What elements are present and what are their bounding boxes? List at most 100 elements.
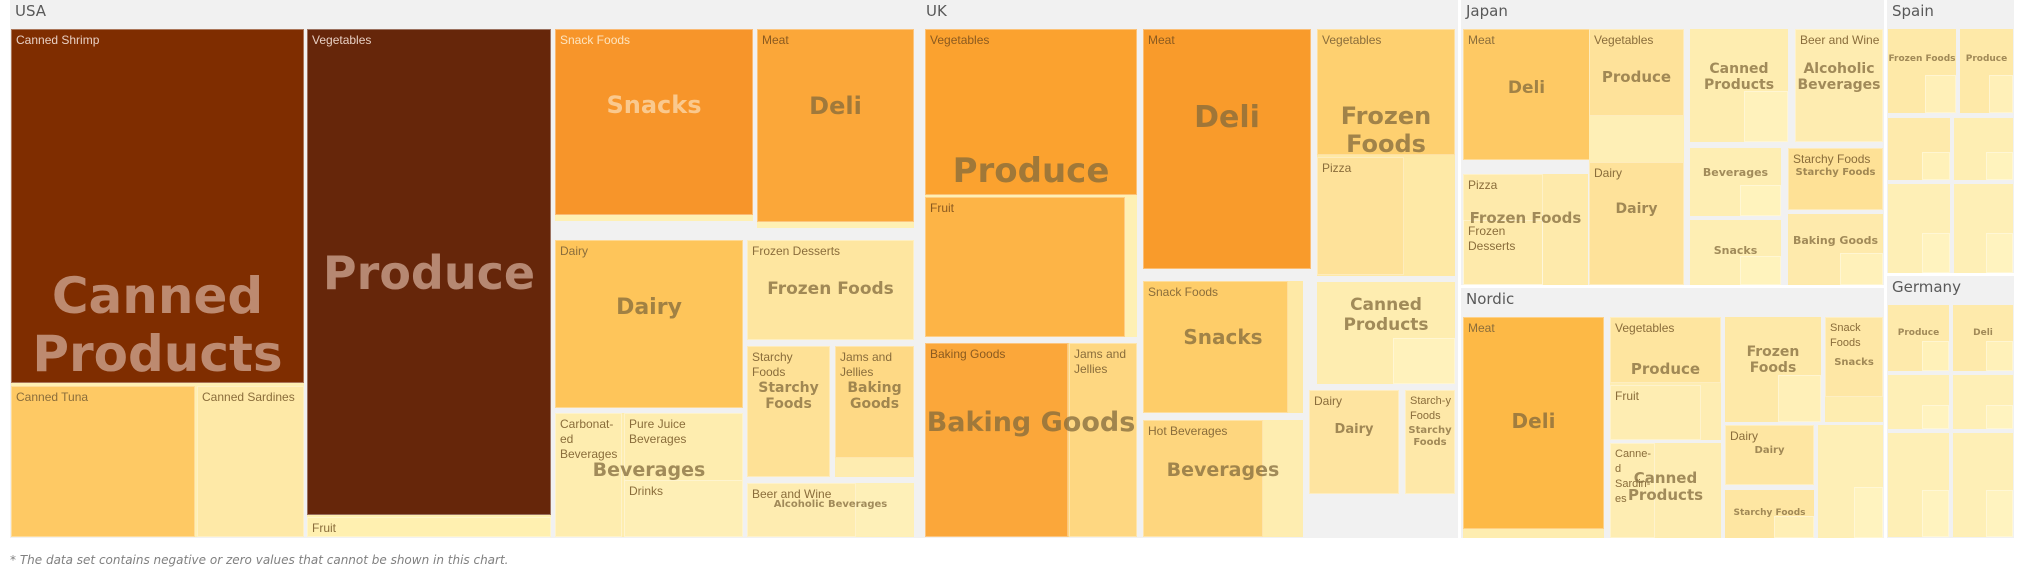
treemap-tile[interactable]: Snack Foods Snacks bbox=[1143, 281, 1303, 413]
leaf-label: Vegetables bbox=[1615, 321, 1675, 335]
treemap-tile[interactable] bbox=[1888, 433, 1949, 537]
leaf-label: Hot Beverages bbox=[1148, 424, 1228, 438]
treemap-leaf[interactable]: Dairy bbox=[1589, 162, 1684, 285]
treemap-tile[interactable]: Canned Products bbox=[1317, 282, 1455, 384]
treemap-tile[interactable]: Meat Deli bbox=[1463, 317, 1604, 538]
treemap-leaf[interactable]: Frozen Desserts bbox=[1463, 220, 1543, 285]
treemap-tile[interactable]: Dairy Dairy bbox=[1725, 425, 1814, 485]
treemap-leaf[interactable]: Vegetables bbox=[925, 29, 1137, 195]
treemap-leaf[interactable]: Fruit bbox=[307, 517, 551, 537]
treemap-tile[interactable] bbox=[1954, 118, 2013, 180]
treemap-leaf[interactable]: Meat bbox=[1143, 29, 1311, 269]
treemap-tile[interactable]: Dairy Dairy bbox=[555, 240, 743, 408]
treemap-tile[interactable]: Snack Foods Snacks bbox=[555, 29, 753, 221]
treemap-tile[interactable]: Canne-d Sardin-es Canned Products bbox=[1610, 443, 1721, 538]
treemap-tile[interactable]: Produce bbox=[1888, 305, 1949, 371]
treemap-tile[interactable]: Baking Goods Jams and Jellies Baking Goods bbox=[925, 343, 1137, 537]
treemap-leaf[interactable]: Jams and Jellies bbox=[835, 346, 914, 458]
leaf-label: Snack Foods bbox=[560, 33, 631, 47]
treemap-leaf[interactable]: Beer and Wine bbox=[1795, 29, 1883, 142]
treemap-tile[interactable]: Canned Products bbox=[1690, 29, 1788, 142]
treemap-leaf[interactable]: Vegetables bbox=[1589, 29, 1684, 116]
treemap-tile[interactable] bbox=[1953, 433, 2013, 537]
category-label: Produce bbox=[1965, 54, 2008, 64]
treemap-tile[interactable] bbox=[1954, 184, 2013, 273]
treemap-tile[interactable]: Beer and Wine Alcoholic Beverages bbox=[747, 483, 914, 537]
treemap-tile[interactable]: Frozen Desserts Frozen Foods bbox=[747, 240, 914, 340]
treemap-leaf[interactable]: Starch-y Foods bbox=[1405, 390, 1455, 494]
treemap-leaf[interactable]: Vegetables bbox=[307, 29, 551, 515]
treemap-tile[interactable] bbox=[1888, 118, 1950, 180]
treemap-leaf[interactable]: Vegetables bbox=[1610, 317, 1721, 383]
category-label: Produce bbox=[1897, 328, 1940, 338]
treemap-leaf[interactable]: Drinks bbox=[624, 480, 743, 537]
treemap-tile[interactable]: Frozen Foods bbox=[1725, 317, 1821, 422]
category-label: Frozen Foods bbox=[1746, 344, 1800, 377]
leaf-label: Starch-y Foods bbox=[1410, 395, 1451, 422]
treemap-leaf[interactable]: Meat bbox=[1463, 317, 1604, 529]
treemap-tile[interactable]: Frozen Foods bbox=[1888, 29, 1956, 113]
treemap-tile[interactable]: Vegetables Produce bbox=[1589, 29, 1684, 162]
treemap-tile[interactable]: Dairy Dairy bbox=[1589, 162, 1684, 285]
treemap-leaf[interactable]: Beer and Wine bbox=[747, 483, 856, 537]
leaf-label: Baking Goods bbox=[930, 347, 1006, 361]
treemap-tile[interactable]: Vegetables Fruit Produce bbox=[925, 29, 1137, 337]
treemap-tile[interactable]: Beer and Wine Alcoholic Beverages bbox=[1795, 29, 1883, 142]
treemap-tile[interactable]: Produce bbox=[1960, 29, 2013, 113]
treemap-tile[interactable]: Meat Deli bbox=[1143, 29, 1311, 269]
leaf-label: Jams and Jellies bbox=[1074, 347, 1127, 376]
treemap-tile[interactable]: Snack Foods Snacks bbox=[1825, 317, 1883, 422]
treemap-tile[interactable] bbox=[1888, 184, 1950, 273]
treemap-tile[interactable]: Pizza Frozen Desserts Frozen Foods bbox=[1463, 174, 1588, 285]
treemap-tile[interactable]: Vegetables Fruit Produce bbox=[1610, 317, 1721, 440]
treemap-tile[interactable]: Starchy Foods bbox=[1725, 490, 1814, 538]
leaf-label: Vegetables bbox=[1594, 33, 1654, 47]
treemap-tile[interactable]: Jams and Jellies Baking Goods bbox=[835, 346, 914, 477]
treemap-tile[interactable]: Starchy Foods Starchy Foods bbox=[1788, 148, 1883, 210]
treemap-tile[interactable]: Hot Beverages Beverages bbox=[1143, 420, 1303, 537]
treemap-leaf[interactable]: Hot Beverages bbox=[1143, 420, 1263, 537]
treemap-leaf[interactable]: Dairy bbox=[1725, 425, 1814, 485]
treemap-leaf[interactable]: Fruit bbox=[925, 197, 1125, 337]
treemap-tile[interactable]: Starch-y Foods Starchy Foods bbox=[1405, 390, 1455, 494]
treemap-subcell bbox=[1922, 405, 1949, 429]
treemap-leaf[interactable]: Baking Goods bbox=[925, 343, 1068, 537]
treemap-tile[interactable]: Baking Goods bbox=[1788, 214, 1883, 285]
treemap-leaf[interactable]: Canned Tuna bbox=[11, 386, 195, 537]
treemap-tile[interactable]: Deli bbox=[1953, 305, 2013, 371]
treemap-subcell bbox=[1986, 152, 2013, 180]
treemap-tile[interactable]: Meat Deli bbox=[757, 29, 914, 228]
treemap-leaf[interactable]: Starchy Foods bbox=[747, 346, 830, 477]
treemap-leaf[interactable]: Jams and Jellies bbox=[1069, 343, 1137, 537]
treemap-leaf[interactable]: Meat bbox=[757, 29, 914, 222]
treemap-leaf[interactable]: Snack Foods bbox=[555, 29, 753, 215]
treemap-tile[interactable]: Starchy Foods Starchy Foods bbox=[747, 346, 830, 477]
treemap-leaf[interactable]: Canned Sardines bbox=[197, 386, 304, 537]
treemap-tile[interactable]: Beverages bbox=[1690, 148, 1781, 216]
treemap-subcell bbox=[1840, 253, 1883, 285]
treemap-tile[interactable]: Meat Deli bbox=[1463, 29, 1590, 160]
treemap-leaf[interactable]: Dairy bbox=[1309, 390, 1399, 494]
treemap-tile[interactable]: Vegetables Fruit Produce bbox=[307, 29, 551, 537]
treemap-leaf[interactable]: Snack Foods bbox=[1825, 317, 1883, 397]
treemap-leaf[interactable]: Dairy bbox=[555, 240, 743, 408]
treemap-tile[interactable]: Canned Shrimp Canned Tuna Canned Sardines C… bbox=[11, 29, 304, 537]
treemap-leaf[interactable]: Vegetables bbox=[1317, 29, 1455, 155]
treemap-tile[interactable] bbox=[1888, 375, 1949, 429]
treemap-leaf[interactable]: Canne-d Sardin-es bbox=[1610, 443, 1655, 538]
treemap-leaf[interactable]: Starchy Foods bbox=[1788, 148, 1883, 210]
treemap-tile[interactable] bbox=[1953, 375, 2013, 429]
treemap-leaf[interactable]: Snack Foods bbox=[1143, 281, 1288, 413]
treemap-tile[interactable]: Dairy Dairy bbox=[1309, 390, 1399, 494]
treemap-leaf[interactable]: Frozen Desserts bbox=[747, 240, 914, 340]
treemap-leaf[interactable]: Meat bbox=[1463, 29, 1590, 160]
treemap-leaf[interactable]: Carbonat-ed Beverages bbox=[555, 413, 622, 537]
treemap-leaf[interactable]: Pizza bbox=[1317, 157, 1404, 275]
treemap-leaf[interactable]: Canned Shrimp bbox=[11, 29, 304, 383]
treemap-tile[interactable]: Snacks bbox=[1690, 220, 1781, 285]
treemap-tile[interactable]: Vegetables Pizza Frozen Foods bbox=[1317, 29, 1455, 276]
treemap-tile[interactable] bbox=[1818, 425, 1883, 538]
treemap-tile[interactable]: Carbonat-ed Beverages Pure Juice Beverage… bbox=[555, 413, 743, 537]
leaf-label: Canned Sardines bbox=[202, 390, 295, 404]
treemap-leaf[interactable]: Fruit bbox=[1610, 385, 1701, 440]
